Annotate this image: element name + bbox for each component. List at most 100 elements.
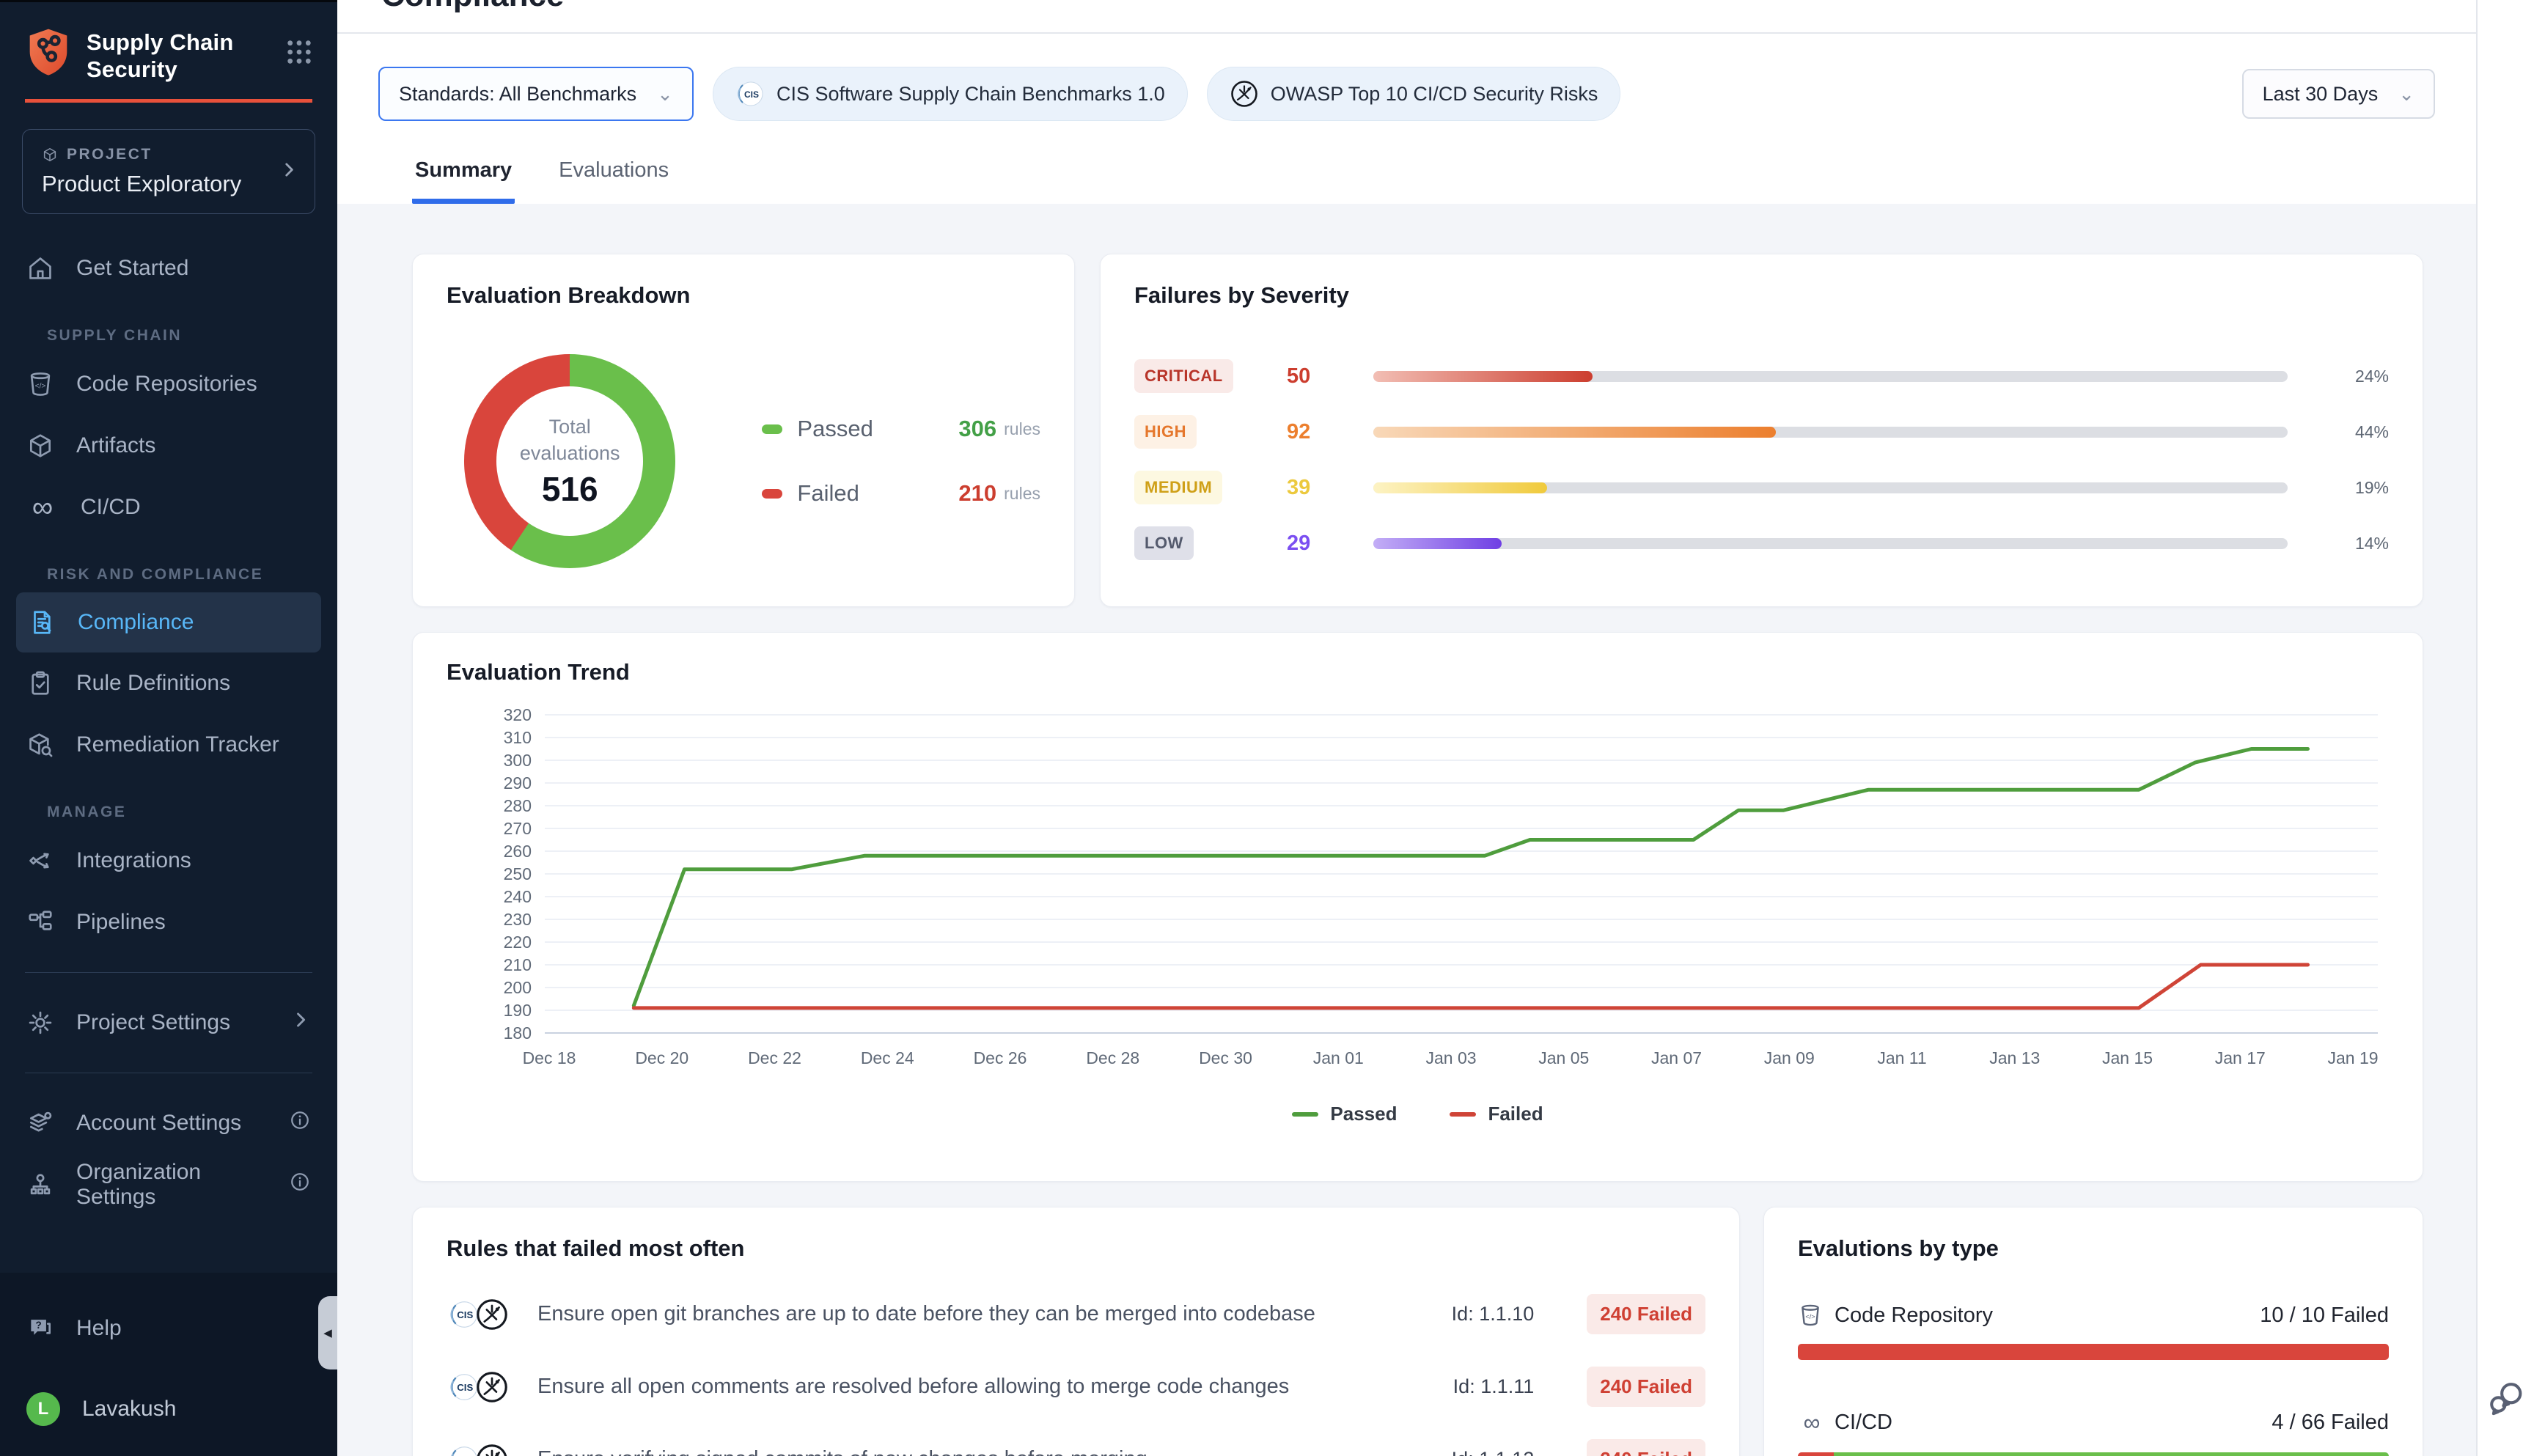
- tabs: Summary Evaluations: [337, 154, 2476, 204]
- project-selector[interactable]: PROJECT Product Exploratory: [22, 129, 315, 214]
- passed-pill-icon: [762, 424, 782, 434]
- svg-text:CIS: CIS: [744, 89, 759, 100]
- code-repository-icon: </>: [1798, 1303, 1823, 1328]
- rule-row[interactable]: CIS Ensure verifying signed commits of n…: [447, 1439, 1705, 1456]
- info-icon[interactable]: [289, 1109, 311, 1137]
- date-range-dropdown[interactable]: Last 30 Days ⌄: [2242, 69, 2435, 119]
- legend-passed: Passed: [1292, 1103, 1397, 1125]
- sidebar-item-integrations[interactable]: Integrations: [0, 830, 337, 891]
- svg-text:Dec 18: Dec 18: [523, 1048, 576, 1067]
- content: Evaluation Breakdown Totalevaluations 51…: [337, 204, 2476, 1456]
- cis-logo-icon: CIS: [735, 79, 765, 109]
- svg-text:230: 230: [504, 910, 532, 929]
- section-manage: MANAGE: [0, 795, 337, 830]
- document-search-icon: [28, 608, 56, 636]
- card-title: Failures by Severity: [1134, 282, 2389, 309]
- sidebar: Supply ChainSecurity PROJECT Product Exp…: [0, 0, 337, 1456]
- standards-filter-dropdown[interactable]: Standards: All Benchmarks ⌄: [378, 67, 694, 121]
- card-title: Evaluation Breakdown: [447, 282, 1040, 309]
- severity-bar: [1373, 427, 2288, 438]
- chat-widget-icon[interactable]: [2486, 1378, 2526, 1418]
- chevron-right-icon: [290, 1010, 311, 1036]
- app-root: Supply ChainSecurity PROJECT Product Exp…: [0, 0, 2534, 1456]
- total-evaluations-value: 516: [542, 469, 598, 509]
- sidebar-item-pipelines[interactable]: Pipelines: [0, 891, 337, 953]
- user-menu[interactable]: L Lavakush: [0, 1378, 337, 1440]
- chevron-down-icon: ⌄: [657, 83, 673, 106]
- svg-text:250: 250: [504, 864, 532, 883]
- legend-passed: Passed 306 rules: [762, 416, 1040, 442]
- card-title: Rules that failed most often: [447, 1235, 1705, 1262]
- type-row-cicd: ∞ CI/CD 4 / 66 Failed: [1798, 1408, 2389, 1456]
- sidebar-item-help[interactable]: ? Help: [0, 1298, 337, 1359]
- type-progress-bar: [1798, 1344, 2389, 1360]
- owasp-logo-icon: [1230, 79, 1259, 109]
- svg-text:CIS: CIS: [457, 1309, 473, 1320]
- main-area: Compliance Standards: All Benchmarks ⌄ C…: [337, 0, 2476, 1456]
- severity-rows: CRITICAL 50 24% HIGH 92 44% MEDIUM: [1134, 348, 2389, 571]
- svg-text:200: 200: [504, 978, 532, 997]
- svg-text:Jan 13: Jan 13: [1989, 1048, 2040, 1067]
- card-failures-by-severity: Failures by Severity CRITICAL 50 24% HIG…: [1100, 254, 2423, 607]
- chip-cis-benchmark[interactable]: CIS CIS Software Supply Chain Benchmarks…: [713, 67, 1188, 121]
- type-progress-bar: [1798, 1452, 2389, 1456]
- brand-title: Supply ChainSecurity: [87, 29, 284, 83]
- chip-owasp[interactable]: OWASP Top 10 CI/CD Security Risks: [1207, 67, 1621, 121]
- sidebar-item-cicd[interactable]: ∞ CI/CD: [0, 477, 337, 538]
- infinity-icon: ∞: [26, 493, 59, 521]
- box-icon: [26, 432, 54, 460]
- svg-text:Jan 09: Jan 09: [1764, 1048, 1815, 1067]
- sidebar-item-project-settings[interactable]: Project Settings: [0, 992, 337, 1054]
- svg-text:Jan 05: Jan 05: [1538, 1048, 1589, 1067]
- svg-text:270: 270: [504, 819, 532, 838]
- sidebar-item-organization-settings[interactable]: Organization Settings: [0, 1154, 337, 1216]
- project-label: PROJECT: [67, 146, 153, 163]
- sidebar-item-get-started[interactable]: Get Started: [0, 238, 337, 299]
- trend-line-chart: 1801902002102202302402502602702802903003…: [447, 685, 2390, 1096]
- rule-row[interactable]: CIS Ensure open git branches are up to d…: [447, 1294, 1705, 1334]
- rule-id: Id: 1.1.12: [1452, 1448, 1535, 1456]
- sidebar-item-remediation-tracker[interactable]: Remediation Tracker: [0, 714, 337, 776]
- sidebar-item-artifacts[interactable]: Artifacts: [0, 415, 337, 477]
- svg-text:Jan 01: Jan 01: [1313, 1048, 1364, 1067]
- svg-text:Jan 19: Jan 19: [2327, 1048, 2378, 1067]
- svg-text:210: 210: [504, 955, 532, 974]
- sidebar-collapse-handle[interactable]: ◀: [318, 1296, 337, 1369]
- rule-row[interactable]: CIS Ensure all open comments are resolve…: [447, 1367, 1705, 1407]
- svg-text:CIS: CIS: [457, 1382, 473, 1393]
- section-supply-chain: SUPPLY CHAIN: [0, 318, 337, 353]
- severity-bar: [1373, 482, 2288, 493]
- pipelines-icon: [26, 908, 54, 936]
- sidebar-footer: ? Help L Lavakush: [0, 1273, 337, 1456]
- svg-text:</>: </>: [35, 383, 46, 391]
- card-evaluation-breakdown: Evaluation Breakdown Totalevaluations 51…: [412, 254, 1075, 607]
- passed-line-icon: [1292, 1112, 1318, 1117]
- type-failed-ratio: 4 / 66 Failed: [2272, 1411, 2389, 1435]
- card-evaluation-trend: Evaluation Trend 18019020021022023024025…: [412, 632, 2423, 1182]
- sidebar-item-rule-definitions[interactable]: Rule Definitions: [0, 652, 337, 714]
- svg-text:Dec 24: Dec 24: [861, 1048, 914, 1067]
- tab-evaluations[interactable]: Evaluations: [556, 154, 672, 204]
- shield-logo-icon: [25, 27, 72, 80]
- donut-chart: Totalevaluations 516: [464, 354, 675, 568]
- donut-legend: Passed 306 rules Failed 210 rules: [762, 416, 1040, 507]
- sidebar-item-compliance[interactable]: Compliance: [16, 592, 321, 652]
- tab-summary[interactable]: Summary: [412, 154, 515, 204]
- sidebar-item-account-settings[interactable]: Account Settings: [0, 1092, 337, 1154]
- card-title: Evalutions by type: [1798, 1235, 2389, 1262]
- svg-text:Jan 03: Jan 03: [1425, 1048, 1476, 1067]
- app-grid-icon[interactable]: [284, 37, 314, 70]
- card-title: Evaluation Trend: [447, 659, 2389, 685]
- failed-count-badge: 240 Failed: [1587, 1294, 1705, 1334]
- failed-count-badge: 240 Failed: [1587, 1367, 1705, 1407]
- info-icon[interactable]: [289, 1171, 311, 1199]
- sidebar-item-code-repositories[interactable]: </> Code Repositories: [0, 353, 337, 415]
- standard-logos: CIS: [447, 1442, 517, 1456]
- severity-row-critical: CRITICAL 50 24%: [1134, 348, 2389, 404]
- standard-logos: CIS: [447, 1297, 517, 1332]
- sidebar-nav: Get Started SUPPLY CHAIN </> Code Reposi…: [0, 238, 337, 1216]
- failed-count-badge: 240 Failed: [1587, 1439, 1705, 1456]
- svg-text:220: 220: [504, 933, 532, 952]
- page-header: Compliance: [337, 0, 2476, 34]
- severity-bar: [1373, 538, 2288, 549]
